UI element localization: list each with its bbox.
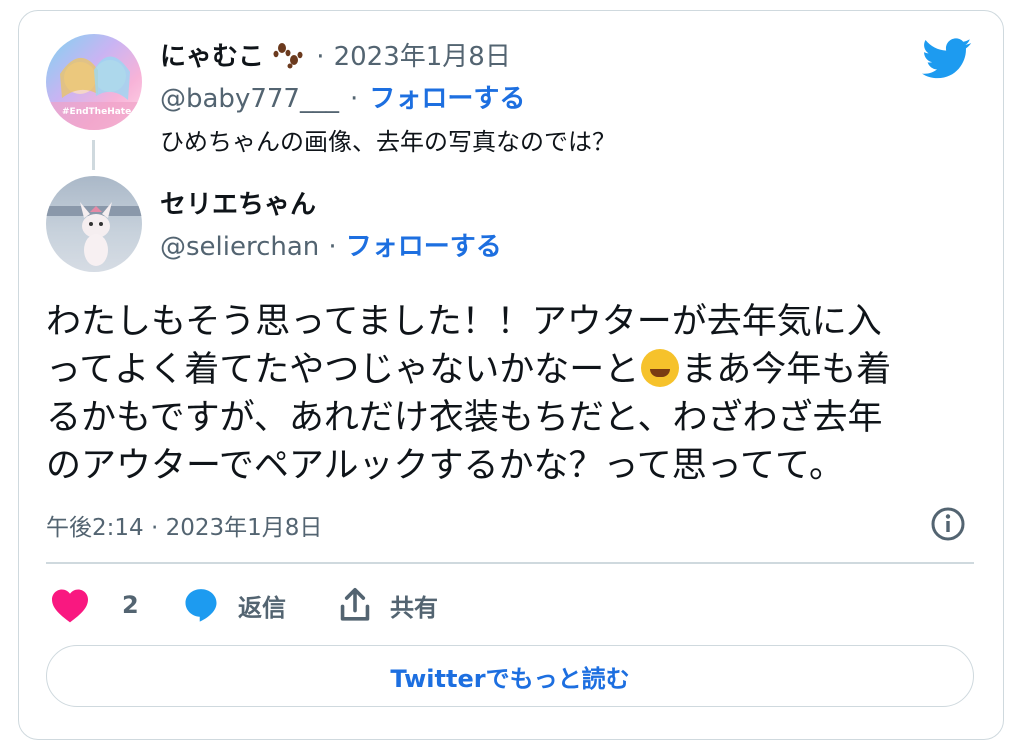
avatar-selierchan[interactable] (46, 176, 142, 272)
paw-prints-icon (273, 39, 303, 69)
twitter-bird-icon[interactable] (922, 38, 972, 80)
reply-tweet-text: ひめちゃんの画像、去年の写真なのでは？ (160, 128, 616, 156)
tweet-line: わたしもそう思ってました！！アウターが去年気に入 (46, 302, 882, 342)
share-label: 共有 (390, 593, 438, 622)
main-author-name-row: セリエちゃん (160, 184, 316, 221)
heart-icon (52, 589, 88, 623)
info-icon[interactable] (930, 506, 966, 542)
avatar-caption: #EndTheHate (62, 107, 132, 117)
main-handle[interactable]: @selierchan (160, 232, 319, 262)
thread-connector (92, 140, 95, 170)
reply-handle[interactable]: @baby777___ (160, 84, 339, 114)
follow-button-selierchan[interactable]: フォローする (346, 232, 502, 262)
avatar-nyamuko[interactable]: #EndTheHate (46, 34, 142, 130)
reply-label: 返信 (238, 593, 286, 622)
divider (46, 562, 974, 564)
separator-dot: · (316, 42, 325, 72)
reply-button[interactable]: 返信 (182, 583, 286, 627)
main-author-name[interactable]: セリエちゃん (160, 190, 316, 220)
main-handle-row: @selierchan · フォローする (160, 226, 502, 263)
avatar-image (46, 202, 142, 266)
reply-author-name[interactable]: にゃむこ (160, 42, 264, 72)
read-more-on-twitter-button[interactable]: Twitterでもっと読む (46, 645, 974, 707)
tweet-line-part: まあ今年も着 (681, 350, 892, 390)
main-tweet-text: わたしもそう思ってました！！アウターが去年気に入 ってよく着てたやつじゃないかな… (46, 298, 976, 490)
separator-dot: · (328, 232, 337, 262)
rofl-emoji-icon (641, 349, 680, 387)
like-button[interactable]: 2 (50, 583, 139, 627)
reply-tweet-header: にゃむこ · 2023年1月8日 (160, 36, 511, 73)
reply-handle-row: @baby777___ · フォローする (160, 78, 525, 115)
tweet-line: るかもですが、あれだけ衣装もちだと、わざわざ去年 (46, 398, 883, 438)
separator-dot: · (350, 84, 359, 114)
tweet-line: ってよく着てたやつじゃないかなーと まあ今年も着 (46, 346, 976, 394)
tweet-line-part: ってよく着てたやつじゃないかなーと (46, 350, 640, 390)
reply-date[interactable]: 2023年1月8日 (334, 42, 511, 72)
share-button[interactable]: 共有 (338, 583, 438, 627)
like-count: 2 (122, 591, 139, 619)
share-upload-icon (340, 587, 370, 621)
follow-button-nyamuko[interactable]: フォローする (369, 84, 525, 114)
reply-bubble-icon (185, 589, 217, 622)
tweet-line: のアウターでペアルックするかな？って思ってて。 (46, 446, 845, 486)
tweet-timestamp[interactable]: 午後2:14 · 2023年1月8日 (46, 508, 322, 542)
